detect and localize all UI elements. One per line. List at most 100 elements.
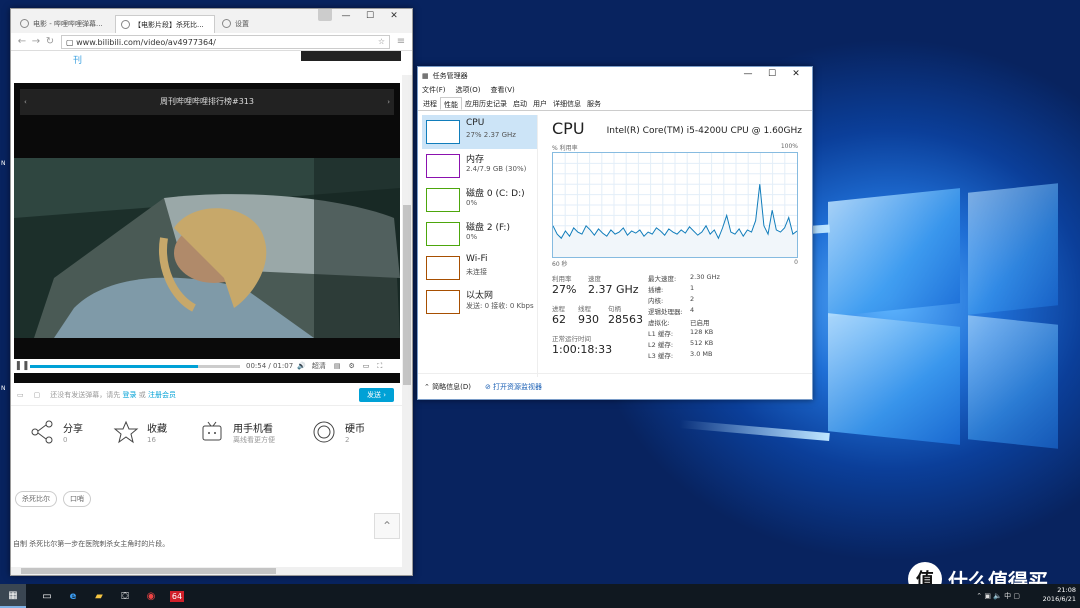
chrome-button[interactable]: ◉ [138, 584, 164, 608]
tab-bilibili-movies[interactable]: 电影 - 哔哩哔哩弹幕... [15, 15, 113, 33]
horizontal-scrollbar[interactable] [11, 567, 402, 575]
coin-button[interactable]: 硬币 2 [311, 419, 365, 445]
threads-value: 930 [578, 313, 599, 326]
spec-label: 最大速度: [648, 275, 677, 283]
edge-button[interactable]: e [60, 584, 86, 608]
volume-icon[interactable]: 🔈 [993, 592, 1002, 600]
tag-item[interactable]: 杀死比尔 [15, 491, 57, 507]
tab-settings[interactable]: 设置 [217, 15, 277, 33]
reload-icon[interactable]: ↻ [43, 36, 57, 47]
tm-window-controls: — ☐ ✕ [736, 69, 808, 79]
minimize-icon[interactable]: — [334, 11, 358, 21]
spec-value: 4 [690, 306, 695, 314]
explorer-button[interactable]: ▰ [86, 584, 112, 608]
resource-item[interactable]: CPU 27% 2.37 GHz [422, 115, 537, 149]
ime-indicator[interactable]: 中 [1004, 592, 1011, 600]
danmu-style-icon[interactable]: ▢ [34, 391, 41, 399]
tag-item[interactable]: 口哨 [63, 491, 91, 507]
edge-browser-icon: e [69, 590, 77, 602]
danmu-placeholder[interactable]: 还没有发送弹幕，请先 [50, 390, 120, 400]
tab-startup[interactable]: 启动 [510, 97, 530, 110]
login-link[interactable]: 登录 [122, 390, 136, 400]
menu-file[interactable]: 文件(F) [422, 85, 446, 97]
menu-icon[interactable]: ≡ [394, 36, 408, 47]
send-button[interactable]: 发送 › [358, 388, 394, 402]
time-display: 00:54 / 01:07 [246, 362, 294, 370]
danmu-list-icon[interactable]: ▭ [17, 391, 24, 399]
brief-info-button[interactable]: ⌃ 简略信息(D) [424, 382, 471, 392]
tv-mascot-icon [202, 421, 222, 441]
notification-icon[interactable]: ▢ [1013, 592, 1020, 600]
menu-view[interactable]: 查看(V) [490, 85, 514, 97]
tab-performance[interactable]: 性能 [440, 97, 462, 110]
fullscreen-icon[interactable]: ⛶ [377, 362, 382, 371]
prev-arrow-icon[interactable]: ‹ [24, 89, 27, 115]
progress-bar[interactable] [30, 364, 240, 368]
maximize-icon[interactable]: ☐ [760, 69, 784, 79]
favorite-star-icon [113, 420, 139, 444]
gear-icon [222, 19, 231, 28]
uptime-value: 1:00:18:33 [552, 343, 613, 356]
system-tray: ⌃ ▣ 🔈 中 ▢ [976, 591, 1020, 601]
header-thumbnail[interactable] [301, 51, 401, 61]
tab-processes[interactable]: 进程 [420, 97, 440, 110]
resource-item[interactable]: 内存 2.4/7.9 GB (30%) [422, 149, 537, 183]
back-icon[interactable]: ← [15, 36, 29, 47]
close-icon[interactable]: ✕ [382, 11, 406, 21]
tab-details[interactable]: 详细信息 [550, 97, 584, 110]
widescreen-icon[interactable]: ▭ [363, 362, 370, 370]
back-to-top-button[interactable]: ⌃ [374, 513, 400, 539]
store-bag-icon: ⛋ [121, 590, 129, 602]
spec-value: 1 [690, 284, 695, 292]
handles-value: 28563 [608, 313, 643, 326]
tab-users[interactable]: 用户 [530, 97, 550, 110]
resource-item[interactable]: 磁盘 2 (F:) 0% [422, 217, 537, 251]
watch-on-phone-button[interactable]: 用手机看 离线看更方便 [199, 419, 275, 445]
video-frame[interactable] [14, 158, 400, 338]
maximize-icon[interactable]: ☐ [358, 11, 382, 21]
close-icon[interactable]: ✕ [784, 69, 808, 79]
edge-text: N [1, 385, 6, 392]
danmu-toggle-icon[interactable]: ▤ [334, 362, 341, 370]
clock[interactable]: 21:08 2016/6/21 [1043, 586, 1076, 604]
favorite-button[interactable]: 收藏 16 [113, 419, 167, 445]
minimize-icon[interactable]: — [736, 69, 760, 79]
resource-item[interactable]: Wi-Fi 未连接 [422, 251, 537, 285]
tab-app-history[interactable]: 应用历史记录 [462, 97, 510, 110]
video-description: 自制 杀死比尔第一步在医院刺杀女主角时的片段。 [13, 540, 170, 548]
task-view-button[interactable]: ▭ [34, 584, 60, 608]
profile-button[interactable] [318, 9, 332, 21]
store-button[interactable]: ⛋ [112, 584, 138, 608]
utilization-value: 27% [552, 283, 577, 296]
address-bar[interactable]: ▢ www.bilibili.com/video/av4977364/☆ [61, 34, 390, 49]
cpu-model: Intel(R) Core(TM) i5-4200U CPU @ 1.60GHz [606, 126, 802, 136]
vertical-scrollbar[interactable] [402, 75, 412, 575]
spec-value: 128 KB [690, 328, 714, 336]
tab-services[interactable]: 服务 [584, 97, 604, 110]
next-arrow-icon[interactable]: › [387, 89, 390, 115]
header-strip: 刊 [11, 51, 402, 69]
volume-icon[interactable]: 🔊 [297, 362, 306, 370]
menu-options[interactable]: 选项(O) [456, 85, 481, 97]
spec-value: 512 KB [690, 339, 714, 347]
network-icon[interactable]: ▣ [984, 592, 991, 600]
register-link[interactable]: 注册会员 [148, 390, 176, 400]
tm-footer: ⌃ 简略信息(D) ⊘ 打开资源监视器 [418, 373, 812, 399]
bookmark-star-icon[interactable]: ☆ [378, 37, 385, 46]
browser-window: 电影 - 哔哩哔哩弹幕... 【电影片段】杀死比... 设置 — ☐ ✕ ← → ↻… [10, 8, 413, 576]
resource-item[interactable]: 磁盘 0 (C: D:) 0% [422, 183, 537, 217]
settings-icon[interactable]: ⚙ [349, 362, 355, 370]
share-button[interactable]: 分享 0 [29, 419, 83, 445]
quality-button[interactable]: 超清 [312, 361, 326, 371]
forward-icon[interactable]: → [29, 36, 43, 47]
task-manager-taskbar-button[interactable]: ▦ [0, 584, 26, 608]
resource-item[interactable]: 以太网 发送: 0 接收: 0 Kbps [422, 285, 537, 319]
strip-link[interactable]: 刊 [73, 53, 82, 66]
tm-menu-bar: 文件(F) 选项(O) 查看(V) [418, 85, 812, 97]
app-64-icon: 64 [169, 590, 185, 602]
app-64-button[interactable]: 64 [164, 584, 190, 608]
tab-movie-clip[interactable]: 【电影片段】杀死比... [115, 15, 215, 33]
open-resource-monitor-link[interactable]: ⊘ 打开资源监视器 [485, 382, 542, 392]
pause-icon[interactable]: ❚❚ [14, 361, 30, 371]
tray-up-icon[interactable]: ⌃ [976, 592, 982, 600]
